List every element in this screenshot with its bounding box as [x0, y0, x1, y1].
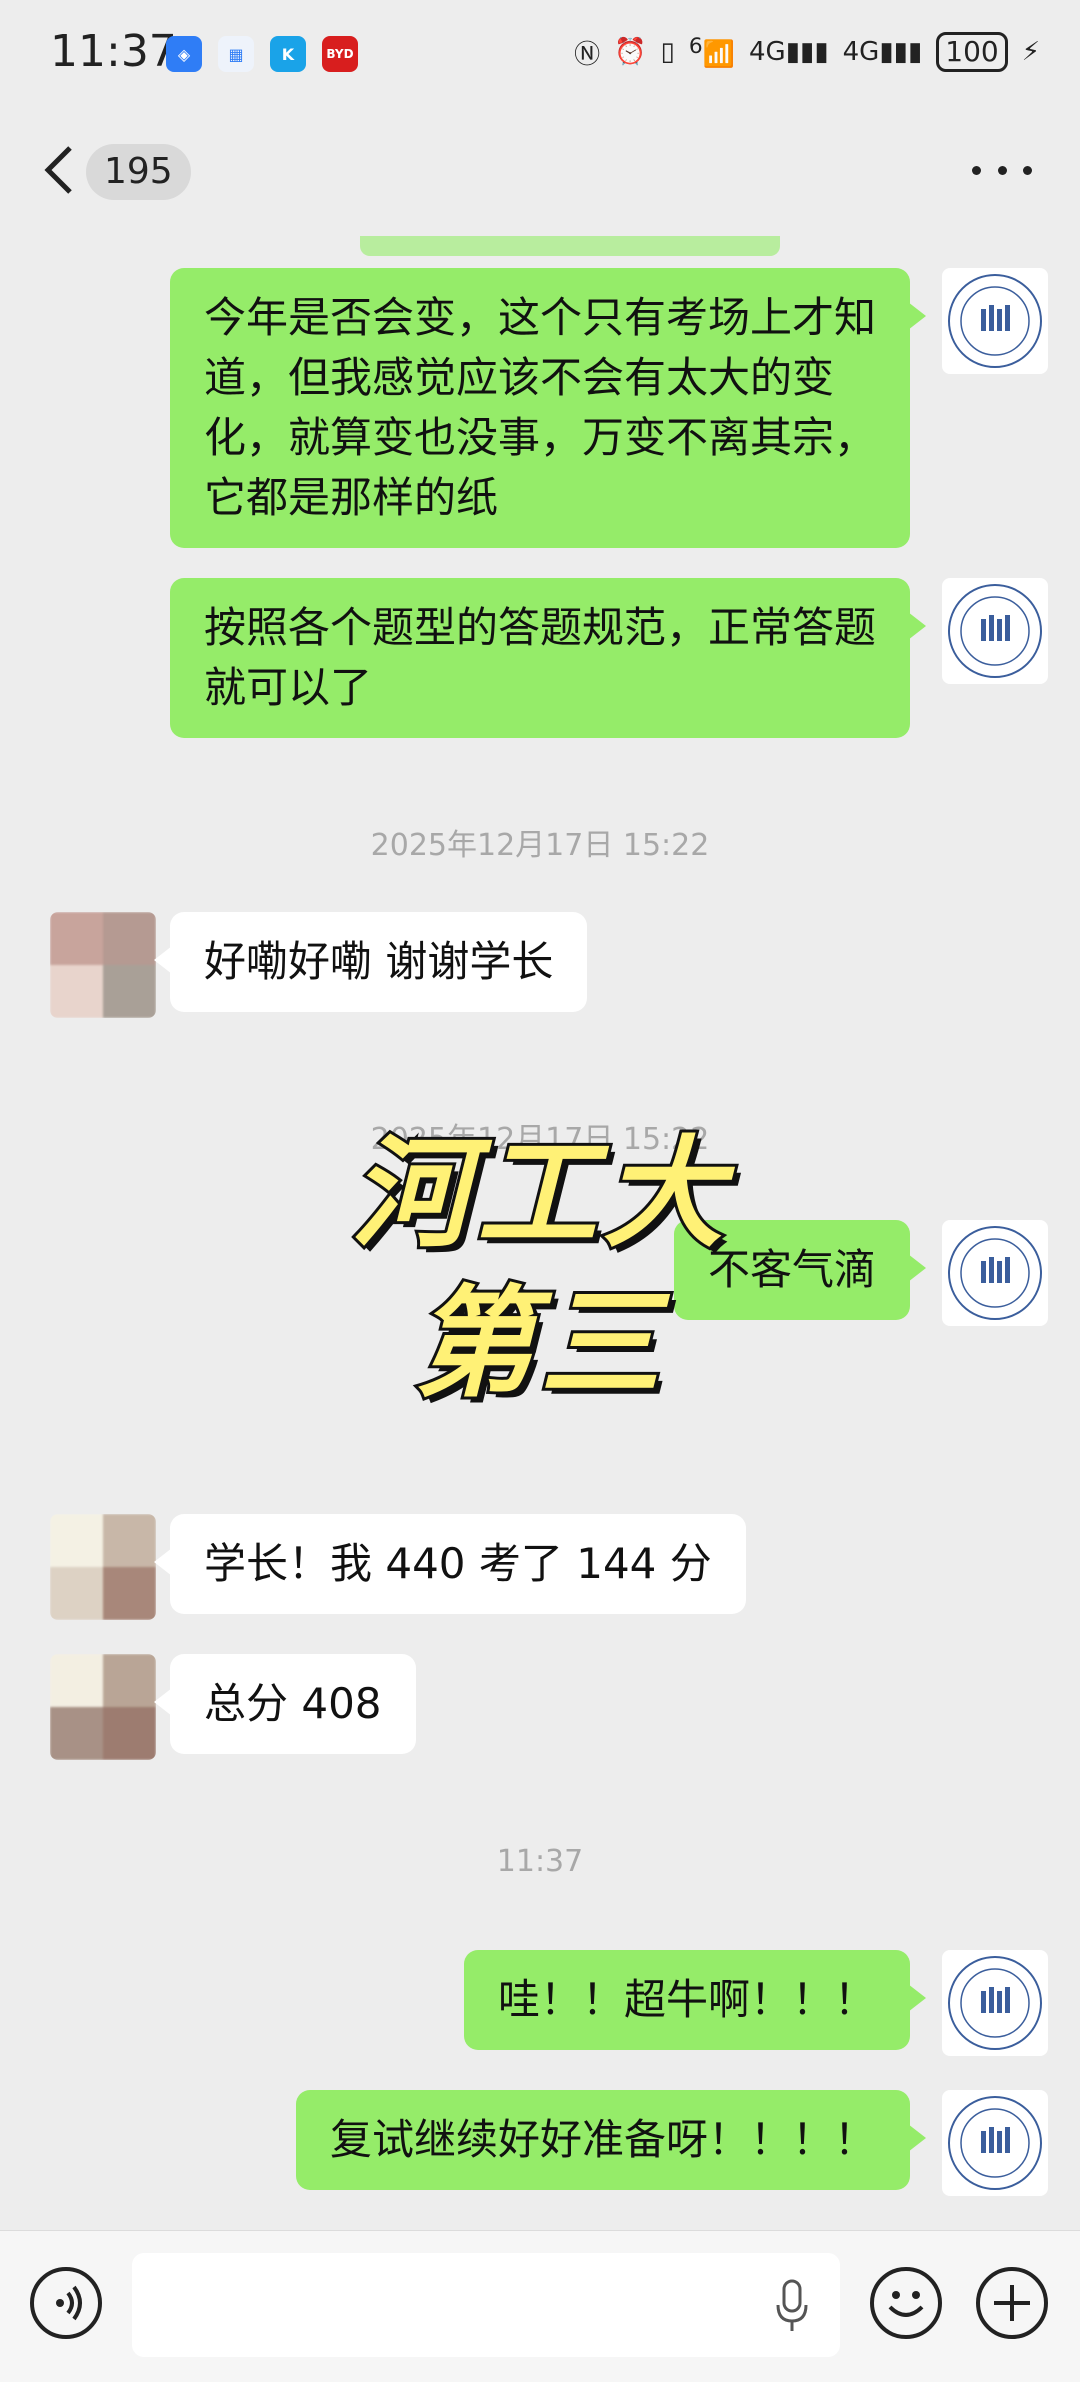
smiley-icon	[888, 2291, 924, 2317]
overlay-line-1: 河工大	[348, 1122, 729, 1267]
my-avatar[interactable]	[942, 578, 1048, 684]
message-row: 好嘞好嘞 谢谢学长	[0, 912, 1080, 1022]
seal-logo-icon	[948, 584, 1042, 678]
status-app-icons: ◈ ▦ K BYD	[166, 36, 358, 72]
app-calendar-icon: ▦	[218, 36, 254, 72]
alarm-icon: ⏰	[614, 37, 647, 67]
voice-input-button[interactable]	[30, 2267, 102, 2339]
message-row: 复试继续好好准备呀！！！！	[0, 2090, 1080, 2200]
signal-1-icon: 4G▮▮▮	[749, 37, 829, 67]
outgoing-message[interactable]: 哇！！超牛啊！！！	[463, 1950, 927, 2050]
app-byd-icon: BYD	[322, 36, 358, 72]
unread-count-badge[interactable]: 195	[86, 144, 191, 200]
message-row: 总分 408	[0, 1654, 1080, 1764]
message-timestamp: 11:37	[496, 1844, 584, 1879]
nfc-icon: Ⓝ	[574, 39, 601, 70]
message-timestamp: 2025年12月17日 15:22	[370, 828, 710, 863]
previous-message-edge	[360, 236, 780, 256]
more-dot-icon	[997, 165, 1007, 175]
chevron-left-icon	[44, 146, 72, 194]
signal-2-icon: 4G▮▮▮	[842, 37, 923, 67]
chat-header: 195	[0, 110, 1080, 236]
charging-icon: ⚡	[1021, 37, 1040, 67]
message-row: 按照各个题型的答题规范，正常答题就可以了	[0, 578, 1080, 748]
more-dot-icon	[1023, 165, 1032, 175]
outgoing-message[interactable]: 按照各个题型的答题规范，正常答题就可以了	[170, 578, 926, 738]
overlay-line-2: 第三	[411, 1272, 666, 1417]
add-attachment-button[interactable]	[976, 2267, 1048, 2339]
incoming-message[interactable]: 好嘞好嘞 谢谢学长	[153, 912, 588, 1012]
app-shield-icon: ◈	[166, 36, 202, 72]
status-bar: 11:37 ◈ ▦ K BYD Ⓝ ⏰ ▯ 6📶 4G▮▮▮ 4G▮▮▮ 100…	[0, 0, 1080, 110]
contact-avatar[interactable]	[50, 1654, 156, 1760]
message-row: 今年是否会变，这个只有考场上才知道，但我感觉应该不会有太大的变化，就算变也没事，…	[0, 268, 1080, 548]
plus-icon	[994, 2285, 1030, 2321]
voice-wave-icon	[56, 2285, 82, 2321]
my-avatar[interactable]	[942, 1950, 1048, 2056]
vibrate-icon: ▯	[660, 37, 675, 67]
my-avatar[interactable]	[942, 2090, 1048, 2196]
my-avatar[interactable]	[942, 268, 1048, 374]
contact-avatar[interactable]	[50, 1514, 156, 1620]
status-time: 11:37	[50, 26, 177, 77]
emoji-button[interactable]	[870, 2267, 942, 2339]
headline-overlay: 河工大 第三	[0, 1120, 1080, 1420]
back-button[interactable]	[40, 140, 80, 200]
outgoing-message[interactable]: 今年是否会变，这个只有考场上才知道，但我感觉应该不会有太大的变化，就算变也没事，…	[170, 268, 926, 548]
contact-avatar[interactable]	[50, 912, 156, 1018]
message-row: 学长！我 440 考了 144 分	[0, 1514, 1080, 1624]
microphone-icon[interactable]	[772, 2277, 812, 2337]
wifi-icon: 6📶	[688, 34, 735, 70]
status-indicators: Ⓝ ⏰ ▯ 6📶 4G▮▮▮ 4G▮▮▮ 100 ⚡	[574, 32, 1040, 72]
input-bar	[0, 2230, 1080, 2382]
app-k-icon: K	[270, 36, 306, 72]
message-row: 哇！！超牛啊！！！	[0, 1950, 1080, 2060]
message-input[interactable]	[132, 2253, 840, 2357]
seal-logo-icon	[948, 2096, 1042, 2190]
incoming-message[interactable]: 学长！我 440 考了 144 分	[154, 1514, 746, 1614]
seal-logo-icon	[948, 1956, 1042, 2050]
more-options-button[interactable]	[972, 150, 1032, 190]
incoming-message[interactable]: 总分 408	[154, 1654, 416, 1754]
battery-icon: 100	[936, 32, 1008, 72]
more-dot-icon	[972, 165, 981, 175]
outgoing-message[interactable]: 复试继续好好准备呀！！！！	[295, 2090, 927, 2190]
seal-logo-icon	[948, 274, 1042, 368]
